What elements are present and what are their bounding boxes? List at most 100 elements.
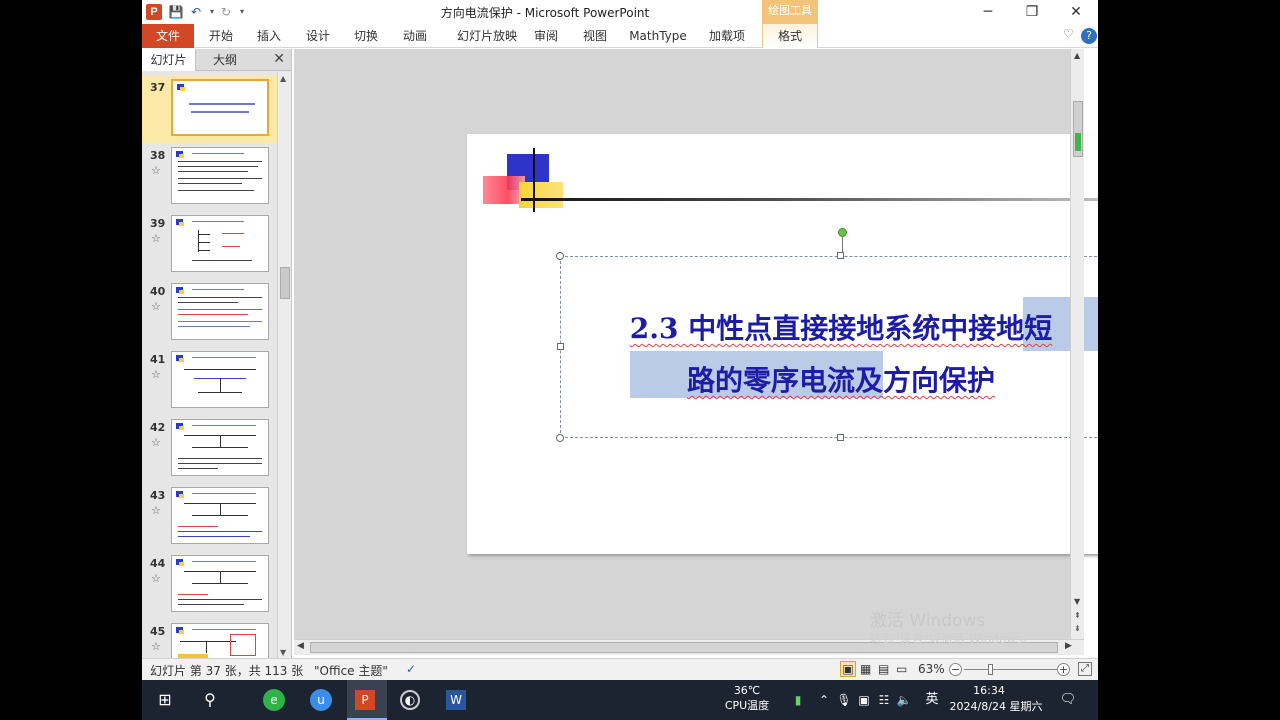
scroll-position-marker: [1075, 133, 1081, 151]
slide-thumbnail[interactable]: 44 ☆: [142, 551, 278, 619]
clock-date[interactable]: 2024/8/24 星期六: [948, 700, 1044, 713]
slide-thumbnail[interactable]: 42 ☆: [142, 415, 278, 483]
slide-preview: [171, 79, 269, 136]
tab-review[interactable]: 审阅: [529, 24, 563, 48]
animation-star-icon: ☆: [151, 572, 161, 585]
panel-scrollbar[interactable]: ▲ ▼: [277, 72, 291, 659]
search-icon[interactable]: ⚲: [198, 688, 222, 712]
title-bar: P 💾 ↶ ▾ ↻ ▾ 方向电流保护 - Microsoft PowerPoin…: [142, 0, 1098, 24]
slide-preview: [171, 283, 269, 340]
windows-start-icon[interactable]: ⊞: [153, 688, 177, 712]
slide-number: 39: [150, 217, 166, 230]
slide-thumbnail[interactable]: 38 ☆: [142, 143, 278, 211]
slide-preview: [171, 351, 269, 408]
slide-number: 41: [150, 353, 166, 366]
notifications-icon[interactable]: 🗨: [1056, 688, 1080, 712]
resize-handle-bottom-left[interactable]: [556, 434, 564, 442]
slide-thumbnail[interactable]: 41 ☆: [142, 347, 278, 415]
ribbon-tabs: 文件 开始 插入 设计 切换 动画 幻灯片放映 审阅 视图 MathType 加…: [142, 24, 1098, 48]
tab-home[interactable]: 开始: [204, 24, 238, 48]
slide-preview: [171, 215, 269, 272]
cpu-temperature-label: CPU温度: [724, 699, 770, 712]
tab-view[interactable]: 视图: [578, 24, 612, 48]
input-method-indicator[interactable]: 英: [920, 688, 944, 712]
slide-title[interactable]: 2.3 中性点直接接地系统中接地短 路的零序电流及方向保护: [561, 303, 1098, 407]
theme-status[interactable]: "Office 主题": [314, 662, 388, 679]
tab-slides[interactable]: 幻灯片: [142, 49, 196, 71]
minimize-button[interactable]: ─: [966, 0, 1010, 24]
slide-preview: [171, 419, 269, 476]
current-slide[interactable]: 2.3 中性点直接接地系统中接地短 路的零序电流及方向保护: [467, 134, 1098, 554]
app-u-icon[interactable]: u: [310, 689, 332, 711]
close-button[interactable]: ✕: [1054, 0, 1098, 24]
slide-thumbnail[interactable]: 45 ☆: [142, 619, 278, 659]
restore-button[interactable]: ❐: [1010, 0, 1054, 24]
slide-thumbnail[interactable]: 37: [142, 75, 278, 143]
decor-horizontal-line: [521, 198, 1098, 201]
title-line2-selected-text: 路的零序电流: [686, 364, 855, 397]
resize-handle-top[interactable]: [837, 252, 844, 259]
animation-star-icon: ☆: [151, 640, 161, 653]
zoom-out-button[interactable]: −: [949, 663, 962, 676]
slide-editing-area: 2.3 中性点直接接地系统中接地短 路的零序电流及方向保护 ▲ ▼ ⇞ ⇟: [294, 49, 1098, 639]
tab-insert[interactable]: 插入: [252, 24, 286, 48]
zoom-slider[interactable]: [964, 669, 1064, 670]
normal-view-icon[interactable]: ▣: [840, 661, 856, 677]
volume-icon[interactable]: 🔈: [892, 688, 916, 712]
help-icon[interactable]: ?: [1081, 28, 1097, 44]
slide-thumbnail[interactable]: 40 ☆: [142, 279, 278, 347]
word-taskbar-icon[interactable]: W: [446, 690, 466, 710]
minimize-ribbon-icon[interactable]: ♡: [1063, 27, 1074, 41]
battery-icon[interactable]: ▮: [786, 688, 810, 712]
activation-watermark: 激活 Windows: [870, 611, 986, 631]
clock-time[interactable]: 16:34: [964, 684, 1014, 697]
title-textbox[interactable]: 2.3 中性点直接接地系统中接地短 路的零序电流及方向保护: [556, 228, 1098, 442]
browser-app-icon[interactable]: e: [263, 689, 285, 711]
tab-design[interactable]: 设计: [301, 24, 335, 48]
slide-number: 42: [150, 421, 166, 434]
tab-file[interactable]: 文件: [142, 24, 194, 48]
activation-watermark-hint: 转到"设置"以激活 Windows。: [870, 632, 1035, 646]
tab-format[interactable]: 格式: [762, 24, 818, 48]
animation-star-icon: ☆: [151, 504, 161, 517]
decor-yellow-square: [519, 182, 563, 208]
close-panel-icon[interactable]: ✕: [273, 51, 285, 67]
cpu-temperature: 36℃: [733, 684, 761, 697]
slide-sorter-icon[interactable]: ▦: [860, 662, 871, 676]
tab-addins[interactable]: 加载项: [707, 24, 747, 48]
vertical-scrollbar[interactable]: ▲ ▼ ⇞ ⇟: [1070, 49, 1084, 639]
resize-handle-bottom[interactable]: [837, 434, 844, 441]
title-line1-selected-text: 地短: [996, 312, 1053, 345]
slide-number: 43: [150, 489, 166, 502]
spellcheck-icon[interactable]: ✓: [406, 662, 416, 676]
fit-to-window-icon[interactable]: ⤢: [1078, 662, 1092, 676]
slide-thumbnail[interactable]: 43 ☆: [142, 483, 278, 551]
slide-preview: [171, 147, 269, 204]
slide-number: 44: [150, 557, 166, 570]
reading-view-icon[interactable]: ▤: [878, 662, 889, 676]
slide-preview: [171, 623, 269, 659]
rotation-handle[interactable]: [838, 228, 847, 237]
tab-animations[interactable]: 动画: [398, 24, 432, 48]
obs-recorder-icon[interactable]: ◐: [400, 690, 420, 710]
tab-transitions[interactable]: 切换: [349, 24, 383, 48]
tab-outline[interactable]: 大纲: [198, 49, 252, 71]
slideshow-view-icon[interactable]: ▭: [896, 662, 907, 676]
animation-star-icon: ☆: [151, 164, 161, 177]
animation-star-icon: ☆: [151, 300, 161, 313]
slide-count-status: 幻灯片 第 37 张，共 113 张: [150, 664, 304, 678]
zoom-in-button[interactable]: +: [1057, 663, 1070, 676]
tab-mathtype[interactable]: MathType: [626, 24, 690, 48]
slide-thumbnail[interactable]: 39 ☆: [142, 211, 278, 279]
slide-number: 40: [150, 285, 166, 298]
zoom-slider-thumb[interactable]: [988, 664, 993, 675]
zoom-level[interactable]: 63%: [918, 662, 945, 676]
animation-star-icon: ☆: [151, 368, 161, 381]
slide-preview: [171, 555, 269, 612]
panel-scroll-thumb[interactable]: [280, 267, 290, 299]
tab-slideshow[interactable]: 幻灯片放映: [447, 24, 527, 48]
powerpoint-taskbar-icon[interactable]: P: [355, 690, 375, 710]
powerpoint-window: P 💾 ↶ ▾ ↻ ▾ 方向电流保护 - Microsoft PowerPoin…: [142, 0, 1098, 720]
resize-handle-top-left[interactable]: [556, 252, 564, 260]
title-line2-text: 及方向保护: [855, 364, 996, 397]
